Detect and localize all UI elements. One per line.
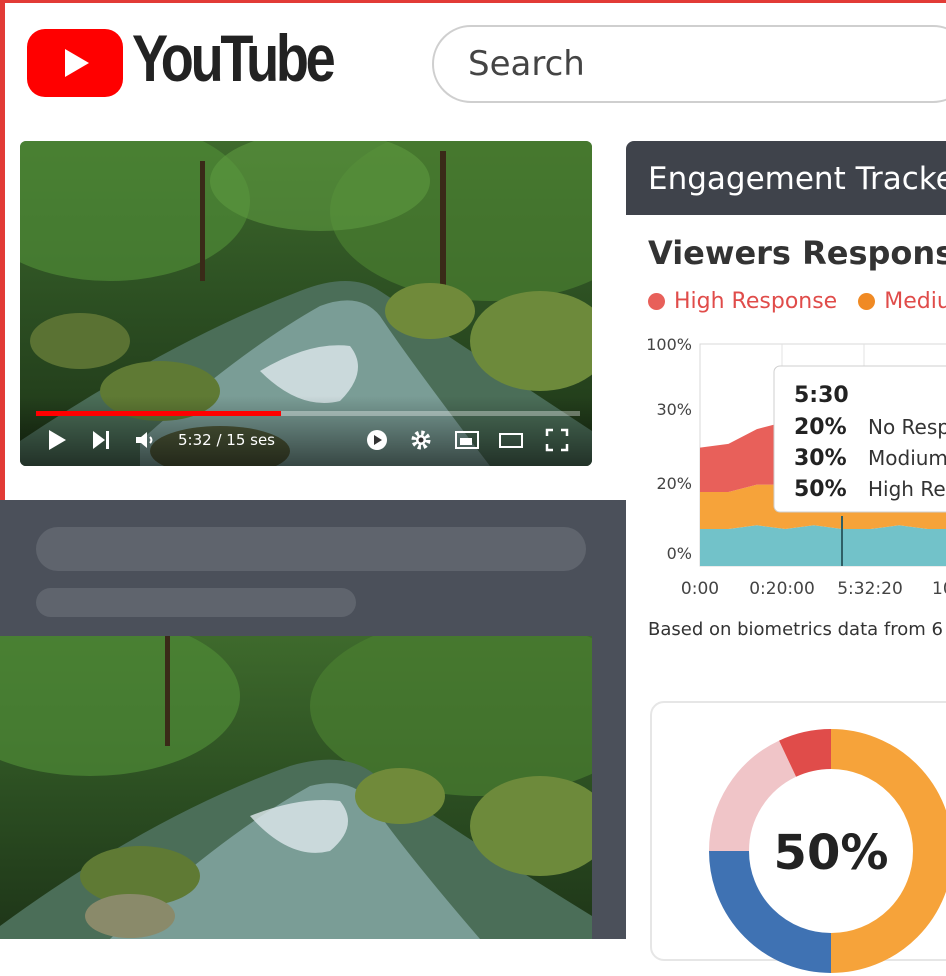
tooltip-percent: 20% bbox=[794, 415, 847, 440]
video-player[interactable]: 5:32 / 15 ses bbox=[20, 141, 592, 466]
x-tick-label: 0:00 bbox=[681, 579, 719, 599]
donut-slice-3 bbox=[779, 729, 832, 778]
legend-dot-high bbox=[648, 293, 665, 310]
legend-dot-medium bbox=[858, 293, 876, 310]
area-series-0 bbox=[700, 525, 946, 566]
x-tick-label: 0:20:00 bbox=[749, 579, 815, 599]
play-icon[interactable] bbox=[44, 427, 70, 453]
search-input[interactable] bbox=[432, 25, 946, 103]
legend-item-medium[interactable]: Mediu bbox=[858, 289, 946, 314]
tooltip-time: 5:30 bbox=[794, 383, 849, 408]
thumbnail-image bbox=[0, 636, 592, 939]
x-tick-label: 5:32:20 bbox=[837, 579, 903, 599]
progress-fill bbox=[36, 411, 281, 416]
legend-label-high: High Response bbox=[674, 289, 838, 314]
legend-label-medium: Mediu bbox=[884, 289, 946, 314]
engagement-panel: Engagement Tracker Viewers Response High… bbox=[626, 141, 946, 973]
legend-item-high[interactable]: High Response bbox=[648, 289, 837, 314]
viewers-response-chart: 100% 30% 20% 0% 0:00 0:20:00 5:32:20 10:0 5:30 20… bbox=[646, 336, 946, 599]
next-icon[interactable] bbox=[88, 427, 114, 453]
theater-icon[interactable] bbox=[498, 427, 524, 453]
tooltip-percent: 50% bbox=[794, 477, 847, 502]
youtube-logo-icon[interactable] bbox=[27, 29, 123, 97]
scroll-gutter bbox=[592, 636, 626, 939]
fullscreen-icon[interactable] bbox=[544, 427, 570, 453]
autoplay-icon[interactable] bbox=[364, 427, 390, 453]
y-tick-label: 30% bbox=[656, 400, 692, 419]
subtitle-placeholder bbox=[36, 588, 356, 617]
volume-icon[interactable] bbox=[132, 427, 158, 453]
tooltip-percent: 30% bbox=[794, 446, 847, 471]
related-video-thumbnail[interactable] bbox=[0, 636, 592, 939]
y-tick-label: 0% bbox=[667, 544, 692, 563]
panel-header: Engagement Tracker bbox=[626, 141, 946, 215]
title-placeholder bbox=[36, 527, 586, 571]
panel-title: Viewers Response bbox=[648, 234, 946, 272]
progress-bar[interactable] bbox=[36, 411, 580, 416]
gear-icon[interactable] bbox=[408, 427, 434, 453]
chart-legend: High Response Mediu bbox=[648, 289, 946, 316]
y-tick-label: 20% bbox=[656, 474, 692, 493]
tooltip-label: Modium bbox=[868, 446, 946, 470]
tooltip-label: No Resp bbox=[868, 415, 946, 439]
chart-note: Based on biometrics data from 6 bbox=[648, 619, 943, 640]
y-tick-label: 100% bbox=[646, 336, 692, 354]
time-readout: 5:32 / 15 ses bbox=[178, 431, 275, 449]
x-tick-label: 10:0 bbox=[932, 579, 946, 599]
donut-center-label: 50% bbox=[774, 825, 889, 881]
tooltip-label: High Re bbox=[868, 477, 946, 501]
miniplayer-icon[interactable] bbox=[454, 427, 480, 453]
brand-wordmark[interactable]: YouTube bbox=[132, 25, 336, 91]
